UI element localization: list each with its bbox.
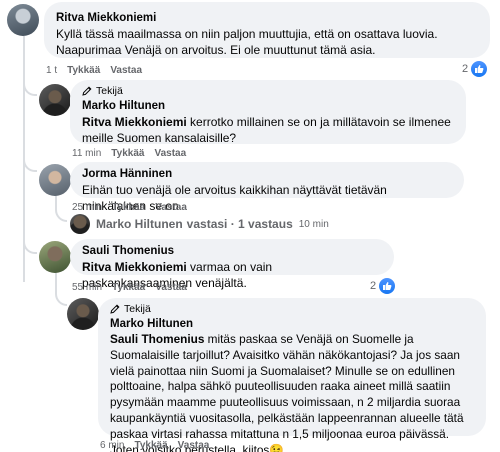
badge-label: Tekijä — [96, 85, 123, 97]
view-replies-link[interactable]: Marko Hiltunen vastasi · 1 vastaus 10 mi… — [70, 214, 329, 234]
like-button[interactable]: Tykkää — [67, 65, 100, 76]
comment-bubble: Ritva Miekkoniemi Kyllä tässä maailmassa… — [44, 2, 490, 58]
author-badge: Tekijä — [82, 84, 454, 98]
reply-button[interactable]: Vastaa — [155, 202, 187, 213]
like-button[interactable]: Tykkää — [111, 148, 144, 159]
author-badge: Tekijä — [110, 302, 474, 316]
comment-actions: 55 min Tykkää Vastaa — [72, 280, 187, 294]
reaction-count: 2 — [370, 280, 377, 292]
comment-body: mitäs paskaa se Venäjä on Suomelle ja Su… — [110, 332, 464, 452]
mention-link[interactable]: Sauli Thomenius — [110, 332, 204, 346]
badge-label: Tekijä — [124, 303, 151, 315]
like-thumb-icon — [471, 61, 488, 77]
replies-author: Marko Hiltunen — [96, 217, 183, 231]
like-thumb-icon — [379, 278, 396, 294]
comment-actions: 25 min Tykkää Vastaa — [72, 200, 187, 214]
like-button[interactable]: Tykkää — [134, 440, 167, 451]
reply-button[interactable]: Vastaa — [178, 440, 210, 451]
thread-elbow — [55, 208, 67, 222]
reaction-count: 2 — [462, 63, 469, 75]
replies-count: vastasi · 1 vastaus — [186, 217, 293, 231]
comment-text: Kyllä tässä maailmassa on niin paljon mu… — [56, 27, 438, 57]
avatar[interactable] — [39, 241, 71, 273]
comment-bubble: Sauli Thomenius Ritva Miekkoniemi varmaa… — [70, 239, 394, 290]
avatar[interactable] — [67, 298, 99, 330]
comment-author[interactable]: Sauli Thomenius — [82, 243, 382, 259]
comment-actions: 11 min Tykkää Vastaa — [72, 146, 186, 160]
comment-author[interactable]: Jorma Hänninen — [82, 166, 452, 182]
comment-time[interactable]: 55 min — [72, 282, 102, 293]
comment-bubble: Tekijä Marko Hiltunen Sauli Thomenius mi… — [98, 298, 486, 452]
reply-button[interactable]: Vastaa — [155, 282, 187, 293]
thread-elbow — [23, 236, 37, 254]
avatar — [70, 214, 90, 234]
wink-emoji-icon: 😉 — [269, 442, 285, 452]
comment-time[interactable]: 25 min — [72, 202, 102, 213]
thread-elbow — [23, 150, 37, 172]
pencil-icon — [82, 86, 92, 96]
avatar[interactable] — [39, 164, 71, 196]
comment-text: Sauli Thomenius mitäs paskaa se Venäjä o… — [110, 332, 474, 452]
comment-actions: 1 t Tykkää Vastaa — [46, 63, 142, 77]
comment-bubble: Jorma Hänninen Eihän tuo venäjä ole arvo… — [70, 162, 464, 213]
comment-time[interactable]: 6 min — [100, 440, 124, 451]
reply-button[interactable]: Vastaa — [154, 148, 186, 159]
replies-time: 10 min — [298, 218, 329, 230]
reply-button[interactable]: Vastaa — [110, 65, 142, 76]
comment-author[interactable]: Marko Hiltunen — [82, 98, 454, 114]
like-button[interactable]: Tykkää — [112, 282, 145, 293]
mention-link[interactable]: Ritva Miekkoniemi — [82, 260, 187, 274]
avatar[interactable] — [39, 84, 71, 116]
pencil-icon — [110, 304, 120, 314]
comment-time[interactable]: 1 t — [46, 65, 57, 76]
reaction-summary[interactable]: 2 — [462, 61, 488, 77]
comment-text: Ritva Miekkoniemi kerrotko millainen se … — [82, 114, 454, 146]
mention-link[interactable]: Ritva Miekkoniemi — [82, 115, 187, 129]
comment-author[interactable]: Marko Hiltunen — [110, 316, 474, 332]
thread-elbow — [23, 60, 37, 96]
comment-actions: 6 min Tykkää Vastaa — [100, 438, 209, 452]
like-button[interactable]: Tykkää — [112, 202, 145, 213]
reaction-summary[interactable]: 2 — [370, 278, 396, 294]
thread-elbow — [55, 286, 67, 306]
avatar[interactable] — [7, 4, 39, 36]
comment-bubble: Tekijä Marko Hiltunen Ritva Miekkoniemi … — [70, 80, 466, 146]
comment-author[interactable]: Ritva Miekkoniemi — [56, 10, 478, 26]
comment-time[interactable]: 11 min — [72, 148, 101, 159]
